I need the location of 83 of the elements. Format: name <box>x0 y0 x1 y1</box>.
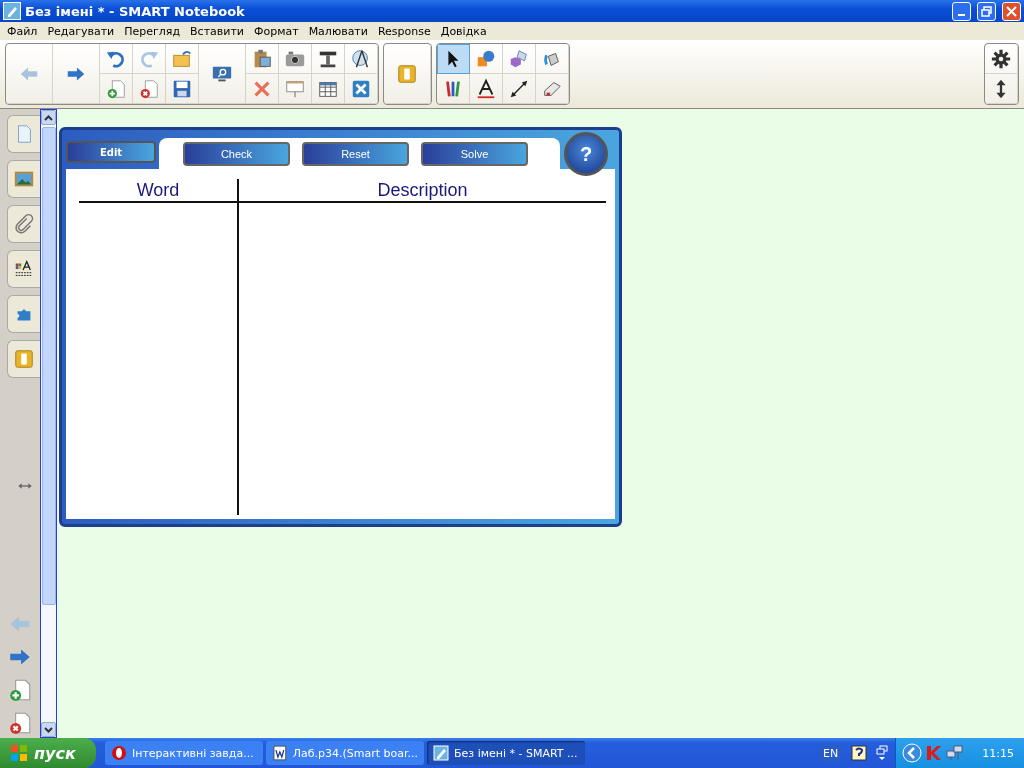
restore-icon <box>981 5 992 17</box>
window-title: Без імені * - SMART Notebook <box>25 3 246 19</box>
add-page-button[interactable] <box>7 677 33 703</box>
browser-icon <box>111 745 127 761</box>
attachments-tab[interactable] <box>7 205 40 243</box>
add-page-icon <box>7 677 33 703</box>
fill-shapes-button[interactable] <box>503 44 536 74</box>
minimize-button[interactable] <box>952 1 971 21</box>
notebook-app-icon <box>433 745 449 761</box>
column-header: Word <box>79 179 239 203</box>
delete-page-button[interactable] <box>7 710 33 736</box>
document-camera-button[interactable] <box>312 44 345 74</box>
help-icon[interactable] <box>851 745 868 761</box>
text-button[interactable] <box>470 74 503 104</box>
eraser-button[interactable] <box>536 74 569 104</box>
menu-item[interactable]: Формат <box>249 24 304 38</box>
scroll-up-button[interactable] <box>41 110 56 125</box>
undo-button[interactable] <box>100 44 133 74</box>
taskbar-button[interactable]: Інтерактивні завда... <box>105 741 263 765</box>
whiteboard-canvas[interactable]: Edit Check Reset Solve ? Word Description <box>57 109 1024 738</box>
close-button[interactable] <box>1002 1 1021 21</box>
network-icon[interactable] <box>946 745 965 761</box>
attachments-icon <box>13 213 35 235</box>
save-button[interactable] <box>166 74 199 104</box>
scroll-bar[interactable] <box>40 109 57 738</box>
action-button[interactable]: Reset <box>302 142 409 166</box>
restore-button[interactable] <box>977 1 996 21</box>
notebook-app-icon <box>3 2 21 20</box>
minimize-icon <box>958 14 965 16</box>
response-icon <box>396 62 418 85</box>
properties-tab[interactable] <box>7 250 40 288</box>
menu-item[interactable]: Перегляд <box>119 24 186 38</box>
menu-item[interactable]: Редагувати <box>42 24 120 38</box>
move-toolbar-button[interactable] <box>985 74 1018 104</box>
line-button[interactable] <box>503 74 536 104</box>
compass-button[interactable] <box>345 44 378 74</box>
open-folder-button[interactable] <box>166 44 199 74</box>
menu-item[interactable]: Response <box>372 24 436 38</box>
screen-shade-button[interactable] <box>199 44 246 104</box>
edit-tab[interactable]: Edit <box>66 141 156 163</box>
delete-page-icon <box>138 77 160 100</box>
scroll-thumb[interactable] <box>41 127 56 605</box>
gallery-tab[interactable] <box>7 160 40 198</box>
chevron-left-icon[interactable] <box>902 743 923 763</box>
settings-button[interactable] <box>985 44 1018 74</box>
windows-icon[interactable] <box>875 745 890 761</box>
add-page-icon <box>105 77 127 100</box>
response-tab[interactable] <box>7 340 40 378</box>
settings-icon <box>990 47 1012 70</box>
windows-flag-icon <box>10 744 28 762</box>
chevron-down-icon <box>44 726 53 733</box>
paste-button[interactable] <box>246 44 279 74</box>
table-button[interactable] <box>312 74 345 104</box>
menu-item[interactable]: Малювати <box>303 24 373 38</box>
pens-button[interactable] <box>437 74 470 104</box>
delete-page-icon <box>7 710 33 736</box>
tools-button[interactable] <box>345 74 378 104</box>
taskbar-button[interactable]: Без імені * - SMART ... <box>427 741 585 765</box>
camera-button[interactable] <box>279 44 312 74</box>
menu-item[interactable]: Довідка <box>435 24 492 38</box>
menu-item[interactable]: Вставити <box>185 24 249 38</box>
clock: 11:15 <box>982 746 1014 760</box>
shapes-button[interactable] <box>470 44 503 74</box>
menu-item[interactable]: Файл <box>2 24 43 38</box>
scroll-down-button[interactable] <box>41 722 56 737</box>
add-page-button[interactable] <box>100 74 133 104</box>
chevron-up-icon <box>44 114 53 121</box>
language-indicator[interactable]: EN <box>820 744 842 762</box>
response-icon <box>13 348 35 370</box>
document-icon <box>272 745 288 761</box>
forward-button[interactable] <box>53 44 100 104</box>
select-button[interactable] <box>437 44 470 74</box>
taskbar-button[interactable]: Лаб.р34.(Smart boar... <box>266 741 424 765</box>
start-button[interactable]: пуск <box>0 738 96 768</box>
close-icon <box>1006 5 1017 17</box>
column-header: Description <box>239 179 606 203</box>
add-ons-tab[interactable] <box>7 295 40 333</box>
action-button[interactable]: Solve <box>421 142 528 166</box>
fill-shapes-icon <box>508 47 530 70</box>
help-button[interactable]: ? <box>564 132 608 176</box>
text-icon <box>475 77 497 100</box>
delete-page-button[interactable] <box>133 74 166 104</box>
action-button[interactable]: Check <box>183 142 290 166</box>
